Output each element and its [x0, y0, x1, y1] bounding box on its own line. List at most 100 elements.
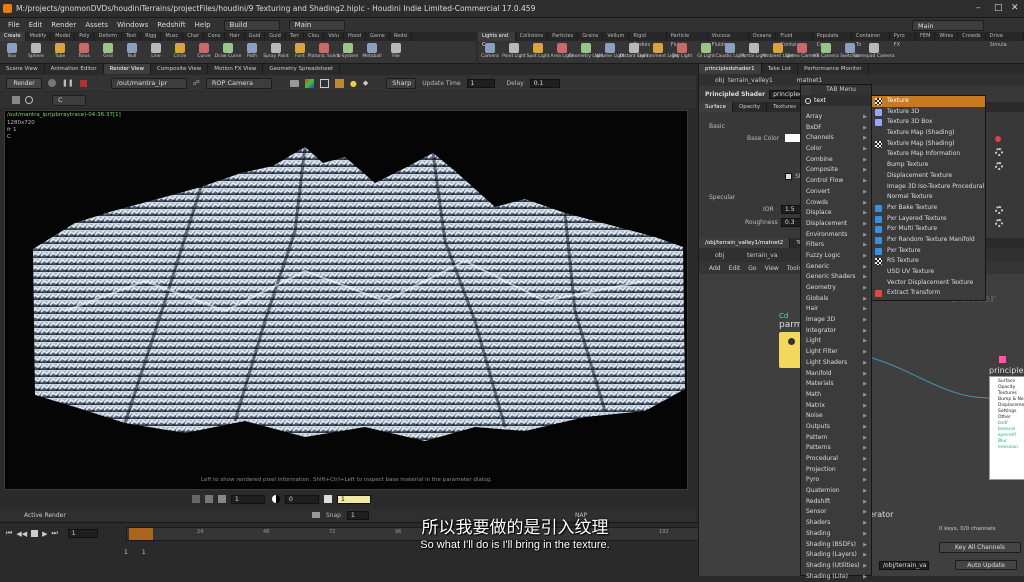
tab-menu-result-texture-map-shading[interactable]: Texture Map (Shading) [872, 128, 985, 139]
sharp-dropdown[interactable]: Sharp [386, 77, 417, 89]
tab-menu-category-outputs[interactable]: Outputs ▶ [801, 422, 871, 433]
network-menu-go[interactable]: Go [748, 265, 756, 272]
shelf-tool-spray-paint[interactable]: Spray Paint [263, 43, 289, 59]
shelf-tab-fem[interactable]: FEM [916, 32, 936, 41]
tab-menu-category-control-flow[interactable]: Control Flow ▶ [801, 176, 871, 187]
display-icon[interactable] [12, 96, 20, 104]
tab-menu-category-shaders[interactable]: Shaders ▶ [801, 518, 871, 529]
shelf-tool-environment-light[interactable]: Environment Light [637, 43, 679, 59]
region-icon[interactable] [319, 78, 329, 88]
menu-file[interactable]: File [8, 21, 20, 29]
shelf-tool-path[interactable]: Path [240, 43, 264, 59]
shelf-tab-oceans[interactable]: Oceans [749, 32, 777, 41]
color-picker-icon[interactable] [304, 78, 314, 88]
exposure-field[interactable]: 1 [231, 494, 265, 504]
close-icon[interactable]: ✕ [1011, 3, 1019, 13]
shelf-tab-wires[interactable]: Wires [935, 32, 959, 41]
menu-render[interactable]: Render [51, 21, 76, 29]
shelf-tab-terr[interactable]: Terr [286, 32, 305, 41]
desktop-dropdown[interactable]: Build [223, 19, 280, 31]
delay-field[interactable]: 0.1 [529, 78, 560, 88]
shelf-tab-char[interactable]: Char [183, 32, 205, 41]
shelf-tab-cons[interactable]: Cons [204, 32, 226, 41]
network-bottom-path[interactable]: /obj/terrain_va [879, 560, 929, 570]
skip-end-icon[interactable]: ⏭ [51, 529, 57, 538]
shelf-tool-point-light[interactable]: Point Light [502, 43, 526, 59]
shelf-tab-vellum[interactable]: Vellum [603, 32, 630, 41]
shelf-tab-guid[interactable]: Guid [245, 32, 266, 41]
lightbulb-icon[interactable]: ● [350, 79, 357, 88]
shelf-tool-circle[interactable]: Circle [168, 43, 192, 59]
tab-menu-category-hair[interactable]: Hair ▶ [801, 304, 871, 315]
sheen-checkbox[interactable] [785, 173, 792, 180]
gear-icon-3[interactable] [995, 206, 1003, 214]
tab-menu-category-bxdf[interactable]: BxDF ▶ [801, 123, 871, 134]
tab-menu-result-vector-displacement-texture[interactable]: Vector Displacement Texture [872, 278, 985, 289]
menu-help[interactable]: Help [195, 21, 211, 29]
update-time-field[interactable]: 1 [466, 78, 495, 88]
tab-geometry-spreadsheet[interactable]: Geometry Spreadsheet [263, 64, 341, 74]
shelf-tab-particles[interactable]: Particles [548, 32, 579, 41]
tab-menu-category-procedural[interactable]: Procedural ▶ [801, 454, 871, 465]
pause-icon[interactable]: ❚❚ [62, 79, 74, 87]
tab-scene-view[interactable]: Scene View [0, 64, 45, 74]
menu-assets[interactable]: Assets [85, 21, 108, 29]
tab-principledshader1[interactable]: principledshader1 [699, 64, 762, 74]
white-point-icon[interactable] [324, 495, 332, 503]
tab-menu-category-light-shaders[interactable]: Light Shaders ▶ [801, 358, 871, 369]
frame-field[interactable]: 1 [67, 529, 98, 538]
shelf-tool-torus[interactable]: Torus [72, 43, 96, 59]
shelf-tool-line[interactable]: Line [144, 43, 168, 59]
tab-menu-category-light-filter[interactable]: Light Filter ▶ [801, 347, 871, 358]
channel-dropdown[interactable]: C [52, 94, 86, 106]
shelf-tab-redsi[interactable]: Redsi [390, 32, 413, 41]
render-output-dropdown[interactable]: /out/mantra_ipr [110, 77, 187, 89]
shelf-tool-sky-light[interactable]: Sky Light [670, 43, 694, 59]
base-color-swatch[interactable] [785, 134, 801, 142]
tab-motion-fx-view[interactable]: Motion FX View [208, 64, 264, 74]
step-back-icon[interactable]: ◀◀ [16, 530, 27, 538]
shelf-tab-particle-fluids[interactable]: Particle Fluids [667, 32, 708, 48]
tab-menu-category-matrix[interactable]: Matrix ▶ [801, 401, 871, 412]
tab-performance-monitor[interactable]: Performance Monitor [798, 64, 869, 74]
shelf-tool-box[interactable]: Box [0, 43, 24, 59]
tab-menu-category-math[interactable]: Math ▶ [801, 390, 871, 401]
menu-edit[interactable]: Edit [29, 21, 43, 29]
tab-menu-result-texture-3d[interactable]: Texture 3D [872, 107, 985, 118]
offset-field[interactable]: 0 [285, 494, 319, 504]
render-button[interactable]: Render [6, 77, 42, 89]
tab-menu-category-shading-layers[interactable]: Shading (Layers) ▶ [801, 550, 871, 561]
tab-menu-result-texture-map-information[interactable]: Texture Map Information [872, 149, 985, 160]
shelf-tool-l-system[interactable]: L-System [336, 43, 360, 59]
shelf-tool-volume-light[interactable]: Volume Light [595, 43, 625, 59]
shelf-tab-hood[interactable]: Hood [344, 32, 366, 41]
tab-menu-category-displacement[interactable]: Displacement ▶ [801, 219, 871, 230]
tab-opacity[interactable]: Opacity [733, 102, 768, 112]
menu-windows[interactable]: Windows [117, 21, 148, 29]
tab-menu-result-rs-texture[interactable]: RS Texture [872, 256, 985, 267]
shelf-tab-game[interactable]: Game [366, 32, 390, 41]
tab-menu-category-generic[interactable]: Generic ▶ [801, 262, 871, 273]
tab-matnet2[interactable]: /obj/terrain_valley1/matnet2 [699, 238, 791, 248]
channel-dot-icon[interactable] [995, 136, 1001, 142]
contrast-icon[interactable] [272, 495, 280, 503]
shelf-tool-tube[interactable]: Tube [48, 43, 72, 59]
tab-menu-category-image-3d[interactable]: Image 3D ▶ [801, 315, 871, 326]
shelf-tab-crowds[interactable]: Crowds [958, 32, 986, 41]
tab-menu-result-image-3d-iso-texture-procedural[interactable]: Image 3D Iso-Texture Procedural [872, 182, 985, 193]
shelf-tab-hair[interactable]: Hair [225, 32, 245, 41]
stop-icon[interactable] [79, 79, 87, 87]
tab-menu-result-extract-transform[interactable]: Extract Transform [872, 288, 985, 299]
shelf-tool-null[interactable]: Null [120, 43, 144, 59]
link-icon[interactable]: ☍ [193, 79, 200, 87]
camera-dropdown[interactable]: ROP Camera [205, 77, 272, 89]
tab-menu-category-pyro[interactable]: Pyro ▶ [801, 475, 871, 486]
path-terrain-valley[interactable]: terrain_valley1 [728, 77, 773, 84]
shelf-tool-sphere[interactable]: Sphere [24, 43, 48, 59]
shelf-tab-grains[interactable]: Grains [578, 32, 604, 41]
tab-menu-category-globals[interactable]: Globals ▶ [801, 294, 871, 305]
gear-icon[interactable] [995, 148, 1003, 156]
skip-start-icon[interactable]: ⏮ [6, 529, 12, 538]
play-icon[interactable]: ▶ [42, 530, 47, 538]
network-path-terrain[interactable]: terrain_va [747, 252, 777, 259]
